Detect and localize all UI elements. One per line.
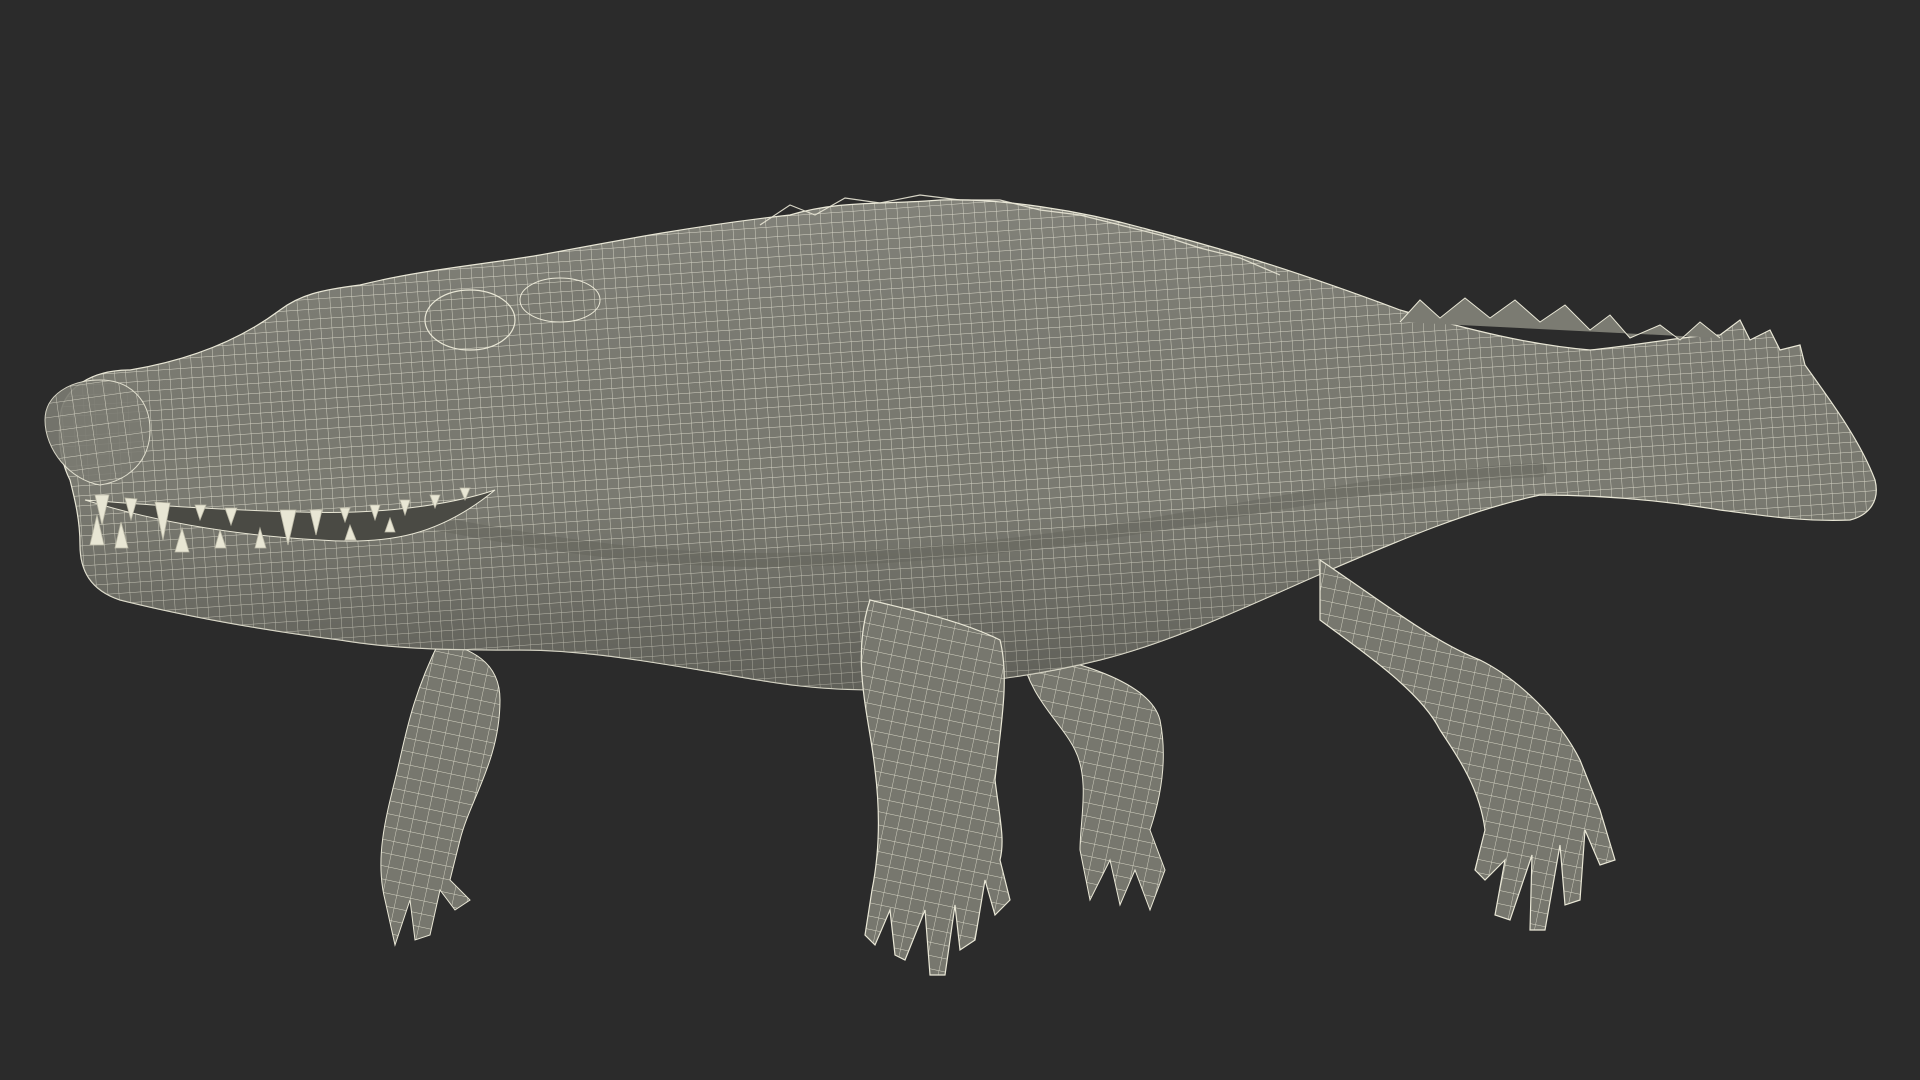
render-viewport bbox=[0, 0, 1920, 1080]
front-leg-near bbox=[860, 599, 1011, 976]
front-leg-far bbox=[380, 639, 501, 947]
hind-leg-near bbox=[1319, 558, 1616, 931]
hind-leg-far bbox=[1019, 649, 1166, 912]
crocodile-wireframe-render bbox=[44, 194, 1877, 976]
crocodile-body bbox=[58, 194, 1877, 691]
